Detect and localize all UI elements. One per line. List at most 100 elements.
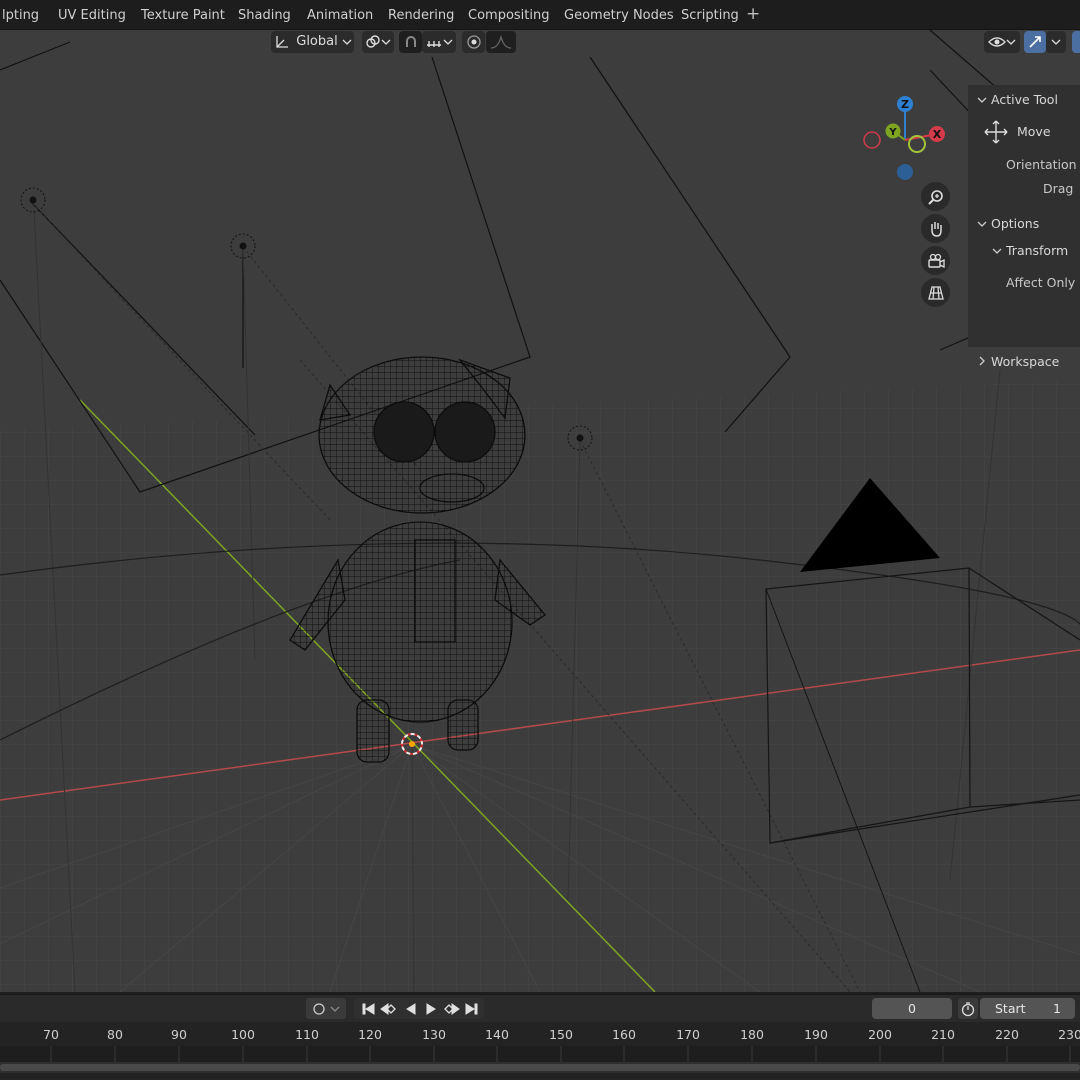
- ruler-tick: 110: [295, 1027, 319, 1042]
- chevron-down-icon[interactable]: [977, 95, 987, 105]
- ruler-tick: 150: [549, 1027, 573, 1042]
- proportional-edit-icon: [466, 35, 481, 49]
- ruler-tick: 90: [171, 1027, 187, 1042]
- ruler-tick: 220: [995, 1027, 1019, 1042]
- jump-end-icon[interactable]: [465, 1002, 478, 1015]
- ruler-tick: 190: [804, 1027, 828, 1042]
- chevron-down-icon[interactable]: [992, 246, 1002, 256]
- preview-range-toggle[interactable]: [958, 998, 978, 1019]
- transform-orientation-dropdown[interactable]: Global: [271, 31, 354, 53]
- ruler-tick: 120: [358, 1027, 382, 1042]
- perspective-toggle-button[interactable]: [921, 278, 950, 307]
- ruler-tick: 70: [43, 1027, 59, 1042]
- next-keyframe-icon[interactable]: [444, 1002, 460, 1015]
- snap-increment-icon: [427, 41, 441, 47]
- chevron-right-icon[interactable]: [977, 356, 987, 366]
- visibility-dropdown[interactable]: [984, 31, 1020, 53]
- gizmo-neg-x[interactable]: [863, 131, 881, 149]
- pivot-point-dropdown[interactable]: [362, 31, 394, 53]
- chevron-down-icon: [330, 1006, 340, 1012]
- start-value: 1: [1053, 1001, 1061, 1016]
- snap-toggle[interactable]: [399, 31, 422, 53]
- tab-geometry-nodes[interactable]: Geometry Nodes: [562, 5, 676, 27]
- active-tool-header[interactable]: Active Tool: [991, 92, 1058, 107]
- play-reverse-icon[interactable]: [406, 1002, 416, 1015]
- gizmo-z-label: Z: [901, 98, 909, 111]
- move-tool-icon: [984, 120, 1008, 144]
- falloff-curve-icon: [490, 35, 512, 49]
- ruler-tick: 230: [1058, 1027, 1080, 1042]
- ruler-tick: 200: [868, 1027, 892, 1042]
- gizmo-x-label: X: [933, 128, 942, 141]
- viewport-scene: Z Y X: [0, 30, 1080, 992]
- eye-icon: [988, 37, 1006, 47]
- proportional-falloff-dropdown[interactable]: [486, 31, 516, 53]
- workspace-header[interactable]: Workspace: [991, 354, 1059, 369]
- affect-only-label: Affect Only: [1006, 275, 1076, 290]
- transform-orientation-value: Global: [296, 34, 338, 49]
- chevron-down-icon: [381, 39, 391, 45]
- snap-target-dropdown[interactable]: [422, 31, 456, 53]
- gizmo-neg-z[interactable]: [897, 164, 913, 180]
- magnet-icon: [405, 36, 416, 47]
- tab-animation[interactable]: Animation: [305, 5, 375, 27]
- ruler-grid-strip: [0, 1046, 1080, 1062]
- gizmo-dropdown[interactable]: [1046, 31, 1066, 53]
- drag-label: Drag: [1043, 181, 1074, 196]
- current-frame-field[interactable]: 0: [872, 998, 952, 1019]
- add-workspace-button[interactable]: +: [746, 4, 760, 24]
- playback-controls: [354, 998, 484, 1019]
- ruler-tick: 140: [485, 1027, 509, 1042]
- link-icon: [366, 35, 380, 48]
- chevron-down-icon[interactable]: [977, 219, 987, 229]
- transform-header[interactable]: Transform: [1006, 243, 1068, 258]
- perspective-grid-icon: [927, 285, 944, 300]
- hand-icon: [930, 221, 942, 237]
- ruler-tick: 130: [422, 1027, 446, 1042]
- prev-keyframe-icon[interactable]: [380, 1002, 396, 1015]
- zoom-icon: [927, 189, 943, 205]
- keying-dropdown[interactable]: [306, 998, 346, 1019]
- proportional-edit-toggle[interactable]: [462, 31, 485, 53]
- ruler-tick: 210: [931, 1027, 955, 1042]
- stopwatch-icon: [961, 1001, 975, 1016]
- workspace-tab-bar: lpting UV Editing Texture Paint Shading …: [0, 0, 1080, 30]
- tab-shading[interactable]: Shading: [236, 5, 293, 27]
- chevron-down-icon: [1006, 39, 1016, 45]
- navigation-gizmo[interactable]: Z Y X: [863, 96, 945, 180]
- chevron-down-icon: [342, 39, 352, 45]
- play-icon[interactable]: [426, 1002, 436, 1015]
- ruler-tick: 170: [676, 1027, 700, 1042]
- gizmo-y-label: Y: [888, 127, 897, 138]
- tab-sculpting[interactable]: lpting: [0, 5, 41, 27]
- tab-scripting[interactable]: Scripting: [679, 5, 741, 27]
- pan-button[interactable]: [921, 214, 950, 243]
- camera-view-button[interactable]: [921, 246, 950, 275]
- ruler-tick: 100: [231, 1027, 255, 1042]
- tab-rendering[interactable]: Rendering: [386, 5, 456, 27]
- start-frame-field[interactable]: Start 1: [980, 998, 1075, 1019]
- ruler-tick: 160: [612, 1027, 636, 1042]
- floor-grid: [0, 380, 1080, 992]
- ruler-tick: 80: [107, 1027, 123, 1042]
- overlay-toggle[interactable]: [1072, 31, 1080, 53]
- orientation-label: Orientation: [1006, 157, 1077, 172]
- gizmo-toggle[interactable]: [1024, 31, 1046, 53]
- tool-name: Move: [1017, 124, 1051, 139]
- zoom-button[interactable]: [921, 182, 950, 211]
- start-label: Start: [995, 1001, 1026, 1016]
- timeline-scrollbar[interactable]: [0, 1064, 1080, 1071]
- chevron-down-icon: [443, 39, 453, 45]
- 3d-viewport[interactable]: Z Y X: [0, 30, 1080, 992]
- orientation-icon: [276, 36, 289, 48]
- camera-icon: [927, 253, 945, 268]
- gizmo-icon: [1029, 36, 1041, 48]
- options-header[interactable]: Options: [991, 216, 1039, 231]
- ruler-tick: 180: [740, 1027, 764, 1042]
- tab-texture-paint[interactable]: Texture Paint: [139, 5, 227, 27]
- chevron-down-icon: [1051, 39, 1061, 45]
- tab-compositing[interactable]: Compositing: [466, 5, 552, 27]
- tab-uv-editing[interactable]: UV Editing: [56, 5, 128, 27]
- jump-start-icon[interactable]: [362, 1002, 375, 1015]
- record-icon: [313, 1002, 325, 1015]
